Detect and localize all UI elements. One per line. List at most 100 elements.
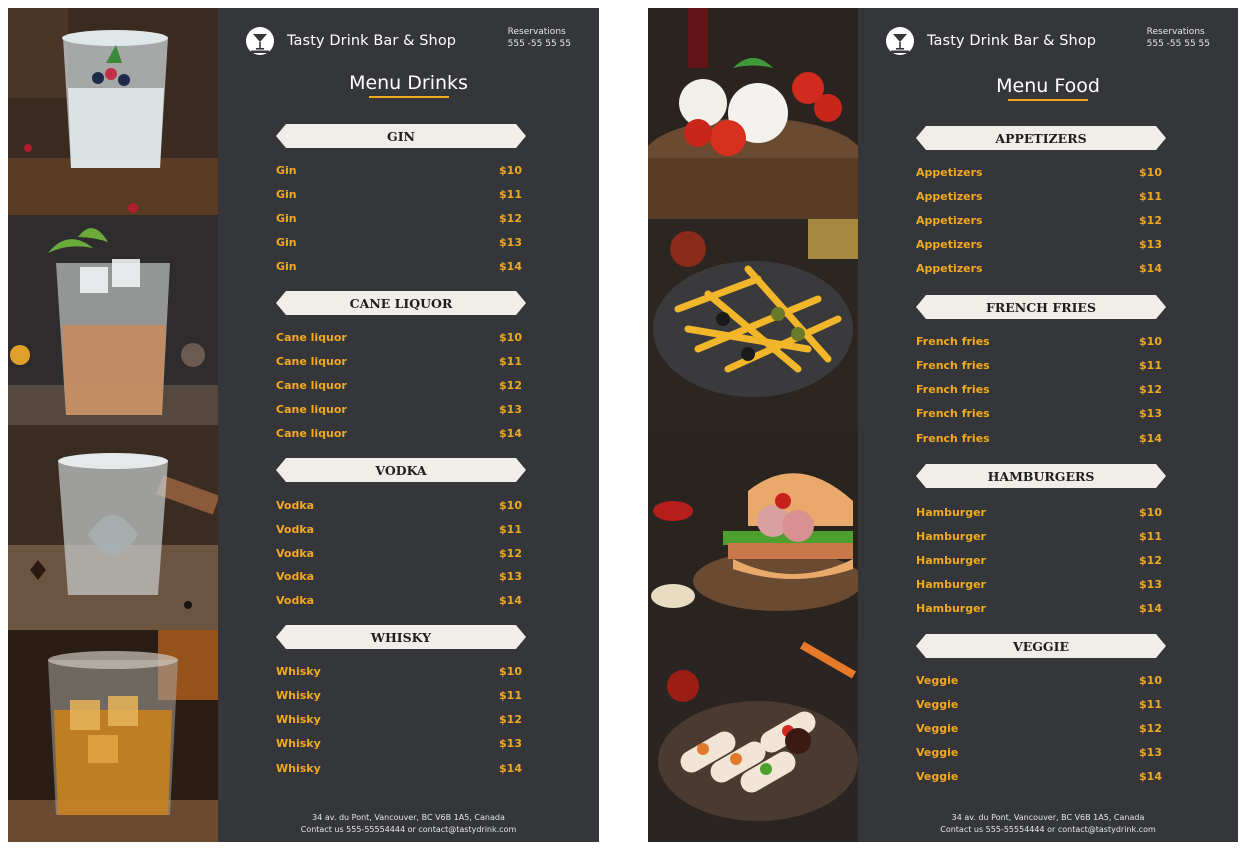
title-underline (368, 96, 449, 98)
footer: 34 av. du Pont, Vancouver, BC V6B 1A5, C… (218, 812, 599, 836)
item-name: Hamburger (916, 530, 986, 543)
item-name: Hamburger (916, 578, 986, 591)
menu-item: Hamburger $11 (916, 530, 1162, 544)
item-name: Cane liquor (276, 331, 347, 344)
menu-item: French fries $11 (916, 359, 1162, 373)
menu-item: Vodka $13 (276, 570, 522, 584)
item-price: $10 (499, 665, 522, 678)
item-name: Gin (276, 188, 297, 201)
item-price: $13 (1139, 746, 1162, 759)
item-name: Gin (276, 260, 297, 273)
item-name: Hamburger (916, 602, 986, 615)
reservations-info: Reservations 555 -55 55 55 (1147, 26, 1210, 50)
section-heading-french-fries: FRENCH FRIES (916, 295, 1166, 319)
veggie-rolls-photo (648, 641, 858, 842)
section-heading-gin: GIN (276, 124, 526, 148)
menu-item: Hamburger $10 (916, 506, 1162, 520)
item-name: Vodka (276, 523, 315, 536)
item-price: $12 (1139, 722, 1162, 735)
item-name: Appetizers (916, 214, 983, 227)
menu-item: Cane liquor $11 (276, 355, 522, 369)
menu-item: Appetizers $10 (916, 166, 1162, 180)
item-price: $13 (499, 570, 522, 583)
item-price: $13 (499, 403, 522, 416)
reservations-label: Reservations (1146, 27, 1205, 37)
item-price: $10 (1139, 674, 1162, 687)
menu-item: Cane liquor $14 (276, 427, 522, 441)
item-name: Cane liquor (276, 403, 347, 416)
gin-glass-photo (8, 8, 218, 215)
menu-item: Whisky $11 (276, 689, 522, 703)
menu-item: French fries $12 (916, 383, 1162, 397)
item-price: $11 (1139, 190, 1162, 203)
item-price: $13 (1139, 238, 1162, 251)
menu-item: Vodka $12 (276, 547, 522, 561)
footer-contact: Contact us 555-55554444 or contact@tasty… (300, 825, 517, 834)
item-name: Veggie (916, 770, 959, 783)
menu-item: Vodka $14 (276, 594, 522, 608)
brand-name: Tasty Drink Bar & Shop (927, 33, 1097, 49)
menu-title: Menu Food (996, 75, 1100, 97)
cane-liquor-glass-photo (8, 215, 218, 425)
item-name: Appetizers (916, 262, 983, 275)
section-heading-vodka: VODKA (276, 458, 526, 482)
food-menu-page: Tasty Drink Bar & Shop Reservations 555 … (648, 8, 1238, 842)
reservations-phone: 555 -55 55 55 (1146, 39, 1210, 49)
menu-item: Whisky $13 (276, 737, 522, 751)
menu-item: Gin $14 (276, 260, 522, 274)
item-price: $14 (1139, 262, 1162, 275)
menu-item: French fries $14 (916, 432, 1162, 446)
item-price: $10 (1139, 166, 1162, 179)
menu-item: French fries $10 (916, 335, 1162, 349)
menu-item: Veggie $11 (916, 698, 1162, 712)
item-name: French fries (916, 335, 990, 348)
section-heading-veggie: VEGGIE (916, 634, 1166, 658)
footer-address: 34 av. du Pont, Vancouver, BC V6B 1A5, C… (312, 813, 505, 822)
item-name: Veggie (916, 722, 959, 735)
item-price: $14 (499, 594, 522, 607)
menu-item: Veggie $12 (916, 722, 1162, 736)
item-name: Hamburger (916, 554, 986, 567)
item-name: Whisky (276, 689, 321, 702)
reservations-phone: 555 -55 55 55 (507, 39, 571, 49)
hamburger-photo (648, 431, 858, 641)
section-heading-appetizers: APPETIZERS (916, 126, 1166, 150)
item-name: French fries (916, 383, 990, 396)
drinks-photo-column (8, 8, 218, 842)
item-price: $12 (499, 212, 522, 225)
item-name: Whisky (276, 713, 321, 726)
item-price: $11 (1139, 530, 1162, 543)
reservations-info: Reservations 555 -55 55 55 (508, 26, 571, 50)
menu-item: Hamburger $14 (916, 602, 1162, 616)
item-price: $13 (499, 236, 522, 249)
menu-item: Gin $10 (276, 164, 522, 178)
item-price: $14 (499, 260, 522, 273)
menu-item: Appetizers $14 (916, 262, 1162, 276)
item-price: $11 (1139, 698, 1162, 711)
item-price: $14 (499, 762, 522, 775)
item-name: French fries (916, 359, 990, 372)
menu-item: Whisky $14 (276, 762, 522, 776)
item-name: Vodka (276, 594, 315, 607)
item-price: $11 (499, 689, 522, 702)
item-price: $12 (499, 379, 522, 392)
footer-address: 34 av. du Pont, Vancouver, BC V6B 1A5, C… (951, 813, 1145, 822)
item-price: $12 (1139, 554, 1162, 567)
item-price: $13 (1139, 407, 1162, 420)
item-name: Whisky (276, 737, 321, 750)
menu-item: Gin $13 (276, 236, 522, 250)
menu-item: Cane liquor $10 (276, 331, 522, 345)
brand: Tasty Drink Bar & Shop (245, 26, 456, 56)
food-menu-panel: Tasty Drink Bar & Shop Reservations 555 … (858, 8, 1238, 842)
item-price: $10 (1139, 335, 1162, 348)
whisky-glass-photo (8, 630, 218, 842)
item-price: $12 (499, 547, 522, 560)
food-photo-column (648, 8, 858, 842)
item-name: Appetizers (916, 166, 983, 179)
brand-name: Tasty Drink Bar & Shop (287, 33, 457, 49)
item-name: Gin (276, 164, 297, 177)
item-name: Whisky (276, 762, 321, 775)
item-price: $12 (499, 713, 522, 726)
item-price: $14 (1139, 602, 1162, 615)
item-name: Veggie (916, 674, 959, 687)
